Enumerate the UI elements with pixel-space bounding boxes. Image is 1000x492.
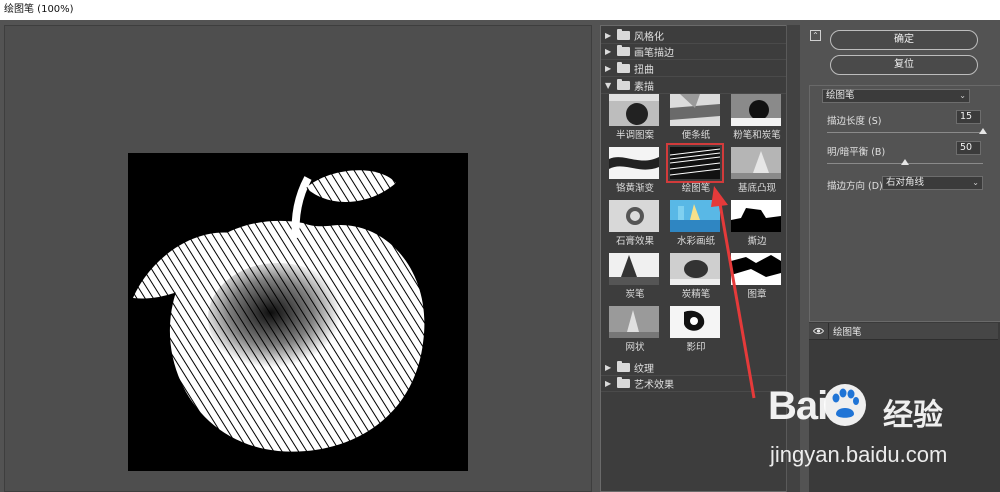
window-title: 绘图笔 (100%) bbox=[4, 4, 74, 15]
folder-icon bbox=[617, 377, 630, 388]
filter-stamp[interactable]: 图章 bbox=[728, 253, 788, 305]
reset-button[interactable]: 复位 bbox=[830, 55, 978, 75]
window-title-bar: 绘图笔 (100%) bbox=[0, 0, 1000, 20]
watermark-brand-tail: 经验 bbox=[883, 398, 943, 433]
filter-conte-crayon[interactable]: 炭精笔 bbox=[667, 253, 727, 305]
filter-water-paper[interactable]: 水彩画纸 bbox=[667, 200, 727, 252]
effect-layer-name: 绘图笔 bbox=[833, 327, 862, 338]
filter-thumbnail bbox=[609, 94, 659, 126]
filter-graphic-pen[interactable]: 绘图笔 bbox=[666, 143, 727, 199]
preview-pane[interactable] bbox=[4, 25, 592, 492]
filter-photocopy[interactable]: 影印 bbox=[667, 306, 727, 358]
filter-chrome[interactable]: 铬黄渐变 bbox=[606, 147, 666, 199]
light-dark-balance-slider[interactable] bbox=[827, 159, 983, 165]
filter-thumbnail bbox=[609, 147, 659, 179]
watermark-url: jingyan.baidu.com bbox=[770, 442, 948, 467]
category-brush-strokes[interactable]: ▶ 画笔描边 bbox=[601, 44, 787, 60]
paw-logo-icon bbox=[824, 384, 866, 426]
filter-torn-edges[interactable]: 撕边 bbox=[728, 200, 788, 252]
filter-bas-relief[interactable]: 基底凸现 bbox=[728, 147, 788, 199]
expand-triangle-icon: ▶ bbox=[605, 64, 612, 73]
light-dark-balance-label: 明/暗平衡 (B) bbox=[827, 147, 886, 158]
collapse-gallery-button[interactable]: ⌃ bbox=[810, 30, 821, 41]
filter-thumbnail bbox=[609, 200, 659, 232]
expand-triangle-icon: ▶ bbox=[605, 363, 612, 372]
category-stylize[interactable]: ▶ 风格化 bbox=[601, 28, 787, 44]
filter-plaster[interactable]: 石膏效果 bbox=[606, 200, 666, 252]
filter-halftone-pattern[interactable]: 半调图案 bbox=[606, 94, 666, 146]
stroke-length-input[interactable]: 15 bbox=[956, 110, 981, 124]
filter-thumbnail bbox=[670, 253, 720, 285]
folder-icon bbox=[617, 361, 630, 372]
stroke-direction-dropdown[interactable]: 右对角线 ⌄ bbox=[882, 176, 983, 190]
expand-triangle-icon: ▶ bbox=[605, 31, 612, 40]
baidu-watermark: Bai 经验 jingyan.baidu.com bbox=[768, 380, 998, 490]
filter-thumbnail bbox=[670, 306, 720, 338]
stroke-direction-label: 描边方向 (D): bbox=[827, 181, 886, 192]
filter-thumbnail bbox=[731, 253, 781, 285]
chevron-down-icon: ⌄ bbox=[959, 91, 966, 100]
filter-settings: 绘图笔 ⌄ 描边长度 (S) 15 明/暗平衡 (B) 50 描边方向 (D):… bbox=[809, 85, 1000, 338]
watermark-brand: Bai bbox=[768, 384, 828, 428]
filter-chalk-charcoal[interactable]: 粉笔和炭笔 bbox=[728, 94, 788, 146]
collapse-triangle-icon: ▼ bbox=[605, 81, 612, 90]
slider-handle[interactable] bbox=[979, 128, 987, 134]
filter-thumbnail bbox=[670, 200, 720, 232]
filter-thumbnail bbox=[731, 147, 781, 179]
stroke-length-slider[interactable] bbox=[827, 128, 987, 134]
ok-button[interactable]: 确定 bbox=[830, 30, 978, 50]
preview-canvas[interactable] bbox=[128, 153, 468, 471]
filter-thumbnail bbox=[731, 94, 781, 126]
category-distort[interactable]: ▶ 扭曲 bbox=[601, 61, 787, 77]
filter-thumbnail bbox=[609, 306, 659, 338]
category-texture[interactable]: ▶ 纹理 bbox=[601, 360, 787, 376]
apple-sketch-image bbox=[128, 153, 468, 471]
filter-thumbnail bbox=[666, 143, 724, 183]
chevron-down-icon: ⌄ bbox=[972, 178, 979, 187]
filter-thumbnail bbox=[731, 200, 781, 232]
effect-layer-row[interactable]: 绘图笔 bbox=[809, 322, 998, 340]
filter-select-dropdown[interactable]: 绘图笔 ⌄ bbox=[822, 89, 970, 103]
filter-charcoal[interactable]: 炭笔 bbox=[606, 253, 666, 305]
expand-triangle-icon: ▶ bbox=[605, 379, 612, 388]
filter-note-paper[interactable]: 便条纸 bbox=[667, 94, 727, 146]
filter-reticulation[interactable]: 网状 bbox=[606, 306, 666, 358]
category-sketch[interactable]: ▼ 素描 bbox=[601, 78, 787, 94]
folder-icon bbox=[617, 45, 630, 56]
slider-handle[interactable] bbox=[901, 159, 909, 165]
eye-icon[interactable] bbox=[809, 322, 829, 340]
folder-open-icon bbox=[617, 79, 630, 90]
folder-icon bbox=[617, 62, 630, 73]
expand-triangle-icon: ▶ bbox=[605, 47, 612, 56]
filter-thumbnail bbox=[670, 94, 720, 126]
category-artistic[interactable]: ▶ 艺术效果 bbox=[601, 376, 787, 392]
stroke-length-label: 描边长度 (S) bbox=[827, 116, 882, 127]
folder-icon bbox=[617, 29, 630, 40]
filter-thumbnail bbox=[609, 253, 659, 285]
light-dark-balance-input[interactable]: 50 bbox=[956, 141, 981, 155]
